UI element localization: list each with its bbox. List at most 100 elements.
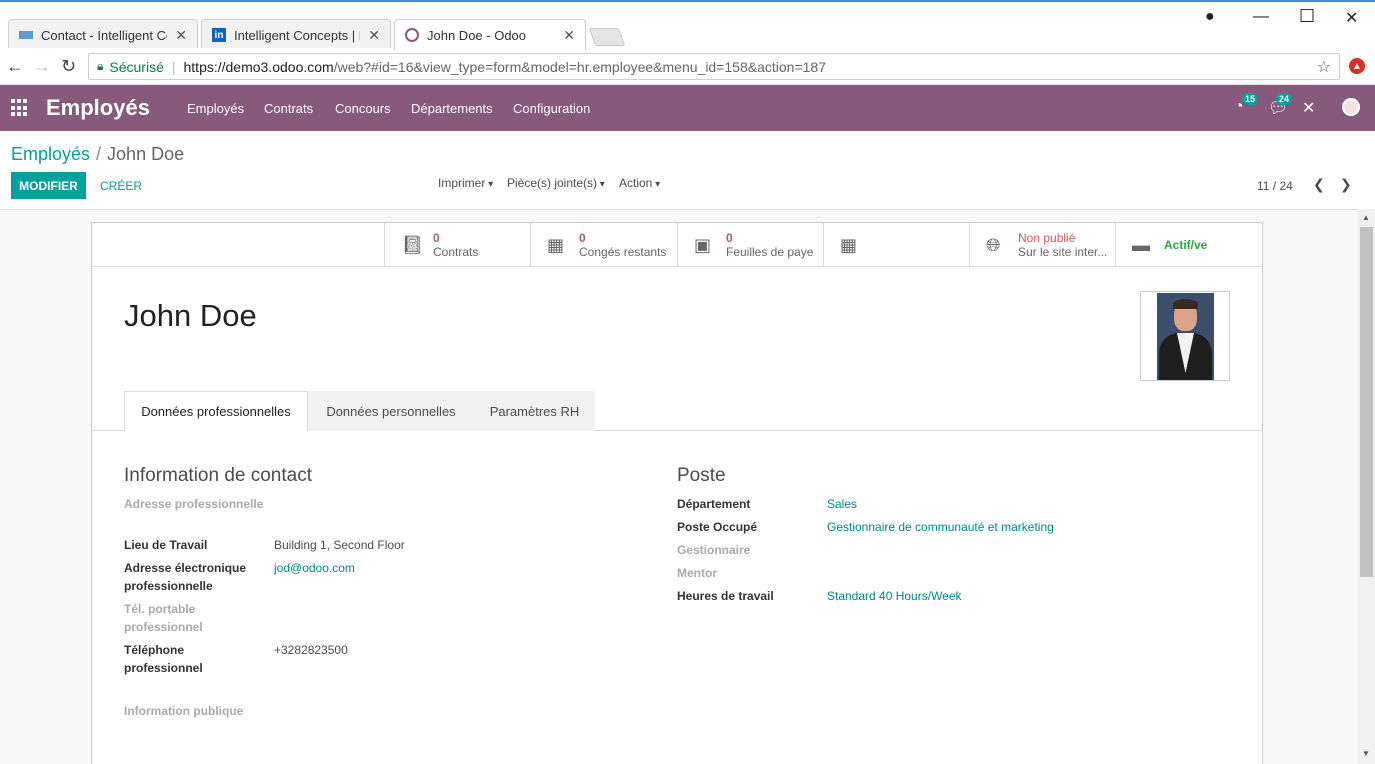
employee-photo[interactable] <box>1140 291 1230 381</box>
publish-status: Non publié <box>1018 231 1076 245</box>
browser-tab-linkedin[interactable]: in Intelligent Concepts | Lin ✕ <box>201 19 391 50</box>
menu-contrats[interactable]: Contrats <box>264 101 313 116</box>
form-tabs: Données professionnelles Données personn… <box>92 391 1262 432</box>
edit-button[interactable]: MODIFIER <box>11 172 86 199</box>
working-hours-label: Heures de travail <box>677 589 774 603</box>
form-sheet: 📓︎ 0 Contrats ▦ 0 Congés restants ▣ 0 Feuil… <box>91 222 1263 764</box>
menu-concours[interactable]: Concours <box>335 101 391 116</box>
odoo-icon <box>405 28 419 42</box>
job-label: Poste Occupé <box>677 520 758 534</box>
close-icon[interactable]: ✕ <box>175 27 187 44</box>
working-hours-link[interactable]: Standard 40 Hours/Week <box>827 587 962 605</box>
action-dropdown[interactable]: Action <box>619 176 660 190</box>
work-email-link[interactable]: jod@odoo.com <box>274 559 355 577</box>
forward-icon[interactable]: → <box>33 56 51 77</box>
odoo-main-navbar: Employés Employés Contrats Concours Dépa… <box>0 85 1375 131</box>
work-phone-value: +3282823500 <box>274 643 348 657</box>
globe-icon: 🌐︎ <box>986 234 1001 255</box>
minimize-icon[interactable]: — <box>1253 8 1269 26</box>
tab-title: John Doe - Odoo <box>427 27 527 43</box>
attachments-dropdown[interactable]: Pièce(s) jointe(s) <box>507 176 605 190</box>
smart-button-value: 0 <box>579 231 586 245</box>
employee-name: John Doe <box>124 298 257 333</box>
mobile-label: Tél. portable professionnel <box>124 602 203 634</box>
extension-icon[interactable]: ▲ <box>1349 58 1365 74</box>
maximize-icon[interactable]: ☐ <box>1299 6 1315 27</box>
breadcrumb-current: John Doe <box>107 144 185 164</box>
money-icon: ▣ <box>694 234 712 255</box>
smart-button-label: Feuilles de paye <box>726 245 814 259</box>
smart-button-value: 0 <box>726 231 733 245</box>
user-avatar[interactable] <box>1342 98 1360 116</box>
archive-icon: ▬ <box>1132 234 1150 255</box>
job-link[interactable]: Gestionnaire de communauté et marketing <box>827 518 1054 536</box>
contact-section-title: Information de contact <box>124 465 312 486</box>
mentor-label: Mentor <box>677 566 717 580</box>
menu-configuration[interactable]: Configuration <box>513 101 590 116</box>
reload-icon[interactable]: ↻ <box>61 56 76 77</box>
work-email-label: Adresse électronique professionnelle <box>124 561 247 593</box>
secure-label: Sécurisé <box>109 58 164 75</box>
print-dropdown[interactable]: Imprimer <box>438 176 493 190</box>
browser-tab-bar: Contact - Intelligent Con ✕ in Intellige… <box>0 0 1375 50</box>
active-toggle-smart-button[interactable]: ▬ Actif/ve <box>1115 223 1262 267</box>
book-icon: 📓︎ <box>401 234 424 255</box>
close-icon[interactable]: ✕ <box>563 27 575 44</box>
new-tab-button[interactable] <box>588 28 626 46</box>
menu-employes[interactable]: Employés <box>187 101 244 116</box>
activity-clock-icon[interactable]: ◔ 15 <box>1234 93 1259 116</box>
messages-icon[interactable]: 💬︎ 24 <box>1268 93 1293 118</box>
payslips-smart-button[interactable]: ▣ 0 Feuilles de paye <box>677 223 823 267</box>
back-icon[interactable]: ← <box>6 56 24 77</box>
work-address-label: Adresse professionnelle <box>124 497 264 511</box>
breadcrumb-separator: / <box>96 144 102 164</box>
bookmark-star-icon[interactable]: ☆ <box>1317 57 1331 77</box>
calendar-smart-button[interactable]: ▦ <box>823 223 969 267</box>
smart-button-label: Congés restants <box>579 245 667 259</box>
department-label: Département <box>677 497 751 511</box>
url-input[interactable]: 🔒︎ Sécurisé | https://demo3.odoo.com /we… <box>88 53 1340 80</box>
close-window-icon[interactable]: ✕ <box>1345 8 1358 28</box>
active-status: Actif/ve <box>1164 238 1208 252</box>
close-icon[interactable]: ✕ <box>368 27 380 44</box>
tab-hr-settings[interactable]: Paramètres RH <box>474 391 595 431</box>
menu-departements[interactable]: Départements <box>411 101 493 116</box>
lock-icon: 🔒︎ <box>97 59 104 73</box>
employee-portrait <box>1157 293 1214 380</box>
url-separator: | <box>171 58 176 75</box>
debug-tools-icon[interactable]: ✕ <box>1302 98 1315 118</box>
work-location-label: Lieu de Travail <box>124 538 208 552</box>
work-location-value: Building 1, Second Floor <box>274 538 405 552</box>
work-phone-label: Téléphone professionnel <box>124 643 203 675</box>
smart-button-value: 0 <box>433 231 440 245</box>
leaves-smart-button[interactable]: ▦ 0 Congés restants <box>530 223 677 267</box>
smart-button-box: 📓︎ 0 Contrats ▦ 0 Congés restants ▣ 0 Feuil… <box>92 223 1262 267</box>
profile-icon[interactable]: ● <box>1205 8 1215 26</box>
apps-grid-icon[interactable] <box>11 99 29 117</box>
tab-personal-data[interactable]: Données personnelles <box>308 391 474 431</box>
scroll-down-icon[interactable]: ▼ <box>1362 749 1370 758</box>
messages-badge: 24 <box>1276 93 1293 105</box>
breadcrumb: Employés / John Doe <box>11 144 184 165</box>
chevron-left-icon[interactable]: ❮ <box>1313 176 1325 193</box>
department-link[interactable]: Sales <box>827 495 857 513</box>
linkedin-icon: in <box>212 28 226 42</box>
contracts-smart-button[interactable]: 📓︎ 0 Contrats <box>384 223 530 267</box>
calendar-icon: ▦ <box>840 234 858 255</box>
url-host: https://demo3.odoo.com <box>183 58 334 75</box>
create-button[interactable]: CRÉER <box>100 179 142 193</box>
scroll-up-icon[interactable]: ▲ <box>1362 213 1370 222</box>
browser-tab-odoo[interactable]: John Doe - Odoo ✕ <box>394 19 586 50</box>
breadcrumb-parent[interactable]: Employés <box>11 144 90 164</box>
scrollbar[interactable]: ▲ ▼ <box>1358 209 1375 764</box>
browser-tab-contact[interactable]: Contact - Intelligent Con ✕ <box>8 19 198 50</box>
publish-label: Sur le site inter... <box>1018 245 1108 259</box>
url-path: /web?#id=16&view_type=form&model=hr.empl… <box>333 58 826 75</box>
activity-badge: 15 <box>1242 93 1259 105</box>
website-publish-smart-button[interactable]: 🌐︎ Non publié Sur le site inter... <box>969 223 1115 267</box>
scroll-thumb[interactable] <box>1360 227 1373 577</box>
position-section-title: Poste <box>677 465 726 486</box>
pager-value[interactable]: 11 / 24 <box>1257 179 1293 193</box>
tab-professional-data[interactable]: Données professionnelles <box>124 391 308 432</box>
chevron-right-icon[interactable]: ❯ <box>1340 176 1352 193</box>
